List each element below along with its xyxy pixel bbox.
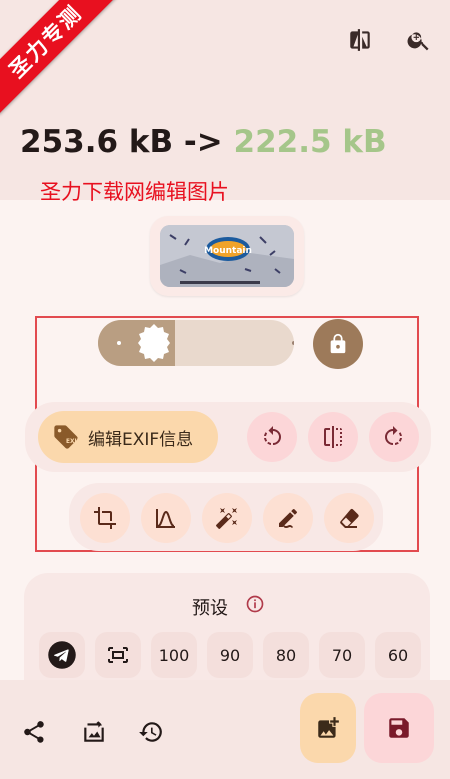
file-size-comparison: 253.6 kB -> 222.5 kB bbox=[20, 124, 387, 160]
compare-icon bbox=[350, 29, 370, 51]
preview-logo-text: Mountain bbox=[204, 246, 252, 256]
info-icon bbox=[246, 595, 264, 613]
size-arrow: -> bbox=[183, 124, 223, 160]
flip-horizontal-icon bbox=[324, 426, 342, 448]
eraser-button[interactable] bbox=[324, 493, 374, 543]
preset-70[interactable]: 70 bbox=[319, 632, 365, 678]
magic-wand-icon bbox=[216, 508, 237, 529]
slider-thumb[interactable] bbox=[133, 322, 175, 364]
image-swap-button[interactable] bbox=[74, 712, 114, 752]
rotate-left-button[interactable] bbox=[247, 412, 297, 462]
preview-thumbnail: Mountain bbox=[160, 225, 294, 287]
presets-title-text: 预设 bbox=[192, 598, 228, 619]
preset-80[interactable]: 80 bbox=[263, 632, 309, 678]
rotate-left-icon bbox=[264, 426, 281, 445]
draw-icon bbox=[279, 509, 297, 528]
rotate-right-button[interactable] bbox=[369, 412, 419, 462]
slider-step bbox=[292, 341, 294, 345]
crop-button[interactable] bbox=[80, 493, 130, 543]
svg-text:EXIF: EXIF bbox=[66, 439, 80, 445]
lock-button[interactable] bbox=[313, 319, 363, 369]
preset-100[interactable]: 100 bbox=[151, 632, 197, 678]
add-photo-icon bbox=[318, 717, 339, 738]
magic-wand-button[interactable] bbox=[202, 493, 252, 543]
watermark-text: 圣力下载网编辑图片 bbox=[40, 180, 229, 204]
draw-button[interactable] bbox=[263, 493, 313, 543]
preset-fit-screen[interactable] bbox=[95, 632, 141, 678]
preview-card[interactable]: Mountain bbox=[150, 216, 304, 296]
curve-icon bbox=[156, 509, 175, 528]
eraser-icon bbox=[340, 509, 359, 528]
history-button[interactable] bbox=[131, 712, 171, 752]
zoom-in-icon bbox=[407, 32, 429, 51]
save-button[interactable] bbox=[364, 693, 434, 763]
fit-screen-icon bbox=[108, 647, 128, 663]
preset-90[interactable]: 90 bbox=[207, 632, 253, 678]
preview-image[interactable]: Mountain bbox=[160, 225, 294, 287]
presets-title: 预设 bbox=[0, 594, 450, 620]
curves-button[interactable] bbox=[141, 493, 191, 543]
original-size: 253.6 kB bbox=[20, 124, 174, 160]
save-icon bbox=[389, 718, 409, 738]
rotate-right-icon bbox=[385, 426, 402, 445]
slider-step bbox=[117, 341, 121, 345]
compare-button[interactable] bbox=[340, 20, 380, 60]
presets-info-button[interactable] bbox=[245, 594, 265, 618]
edit-exif-label: 编辑EXIF信息 bbox=[88, 429, 194, 450]
crop-icon bbox=[94, 507, 116, 529]
share-button[interactable] bbox=[14, 712, 54, 752]
quality-slider[interactable] bbox=[98, 320, 294, 366]
preset-60[interactable]: 60 bbox=[375, 632, 421, 678]
share-icon bbox=[24, 721, 44, 743]
preset-telegram[interactable] bbox=[39, 632, 85, 678]
history-icon bbox=[139, 722, 162, 742]
zoom-button[interactable] bbox=[399, 20, 439, 60]
lock-icon bbox=[330, 333, 346, 354]
add-image-button[interactable] bbox=[300, 693, 356, 763]
compressed-size: 222.5 kB bbox=[233, 124, 387, 160]
flip-horizontal-button[interactable] bbox=[308, 412, 358, 462]
image-swap-icon bbox=[84, 721, 104, 742]
tag-exif-icon: EXIF bbox=[54, 425, 80, 449]
edit-exif-button[interactable]: EXIF 编辑EXIF信息 bbox=[38, 411, 218, 463]
telegram-icon bbox=[48, 641, 76, 669]
